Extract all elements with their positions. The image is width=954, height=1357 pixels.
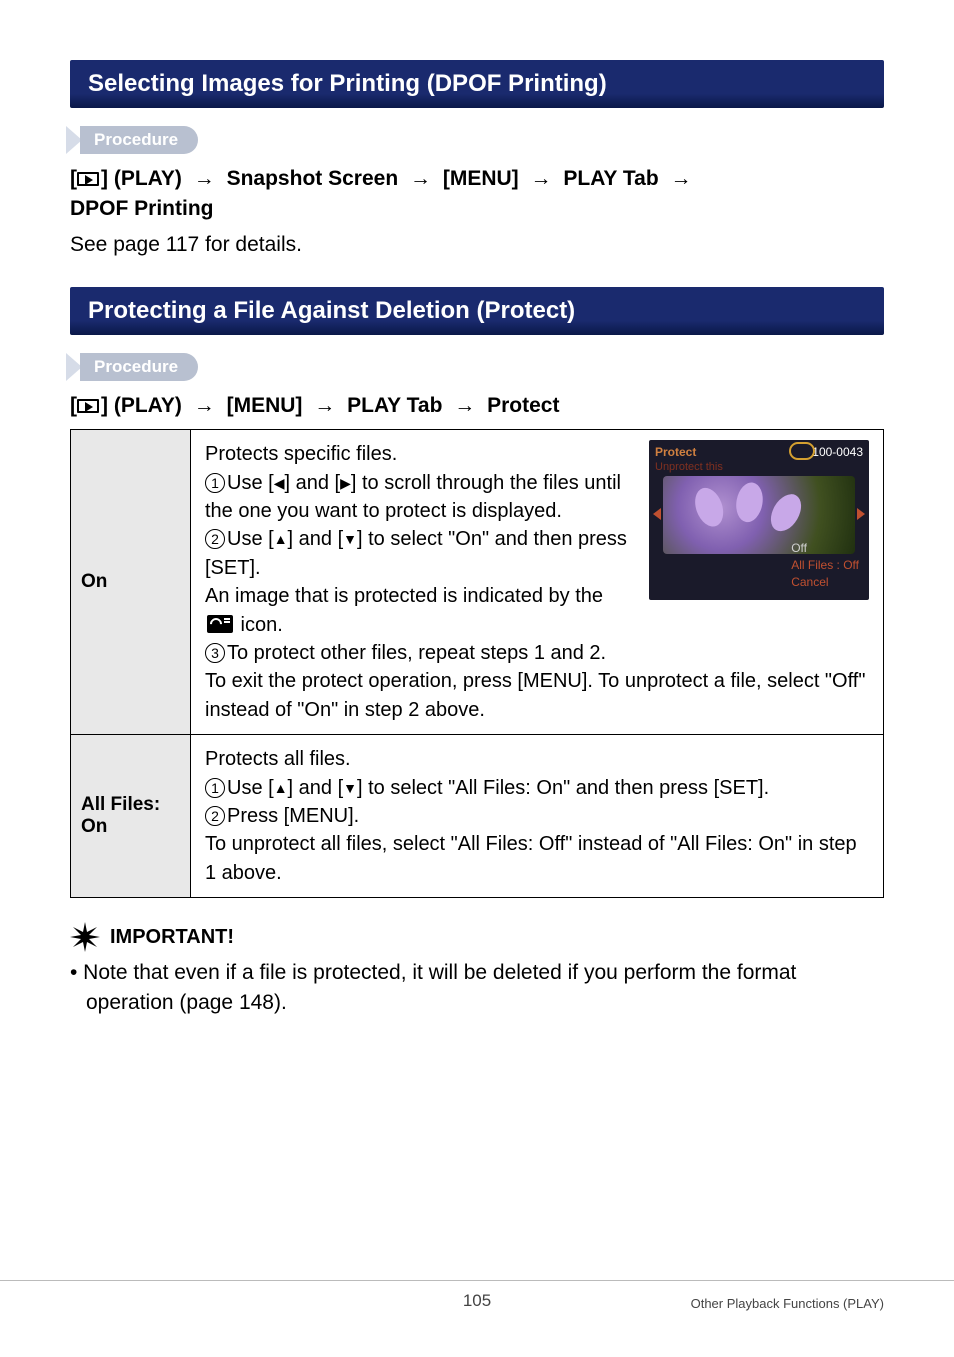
arrow-icon: →: [194, 164, 215, 194]
step-3-icon: 3: [205, 643, 225, 663]
txt: ] to select "All Files: On" and then pre…: [357, 777, 769, 799]
bracket-open: [: [70, 167, 77, 190]
row2-outro: To unprotect all files, select "All File…: [205, 830, 869, 887]
bc-snapshot: Snapshot Screen: [227, 167, 399, 190]
up-triangle-icon: ▲: [274, 530, 288, 550]
section1-body: See page 117 for details.: [70, 233, 884, 257]
ss-subtitle: Unprotect this: [655, 460, 723, 476]
arrow-icon: →: [314, 391, 335, 421]
play-label: ] (PLAY): [101, 167, 182, 190]
important-label: IMPORTANT!: [110, 926, 234, 949]
right-triangle-icon: ▶: [340, 474, 351, 494]
step-2-icon: 2: [205, 806, 225, 826]
txt: ] and [: [288, 777, 344, 799]
ss-highlight-circle-icon: [789, 442, 815, 460]
txt: An image that is protected is indicated …: [205, 585, 603, 607]
row2-intro: Protects all files.: [205, 745, 869, 773]
arrow-icon: →: [531, 164, 552, 194]
txt: Use [: [227, 528, 274, 550]
bc-protect: Protect: [487, 394, 559, 417]
bracket-open: [: [70, 394, 77, 417]
ss-nav-left-icon: [653, 508, 661, 520]
ss-nav-right-icon: [857, 508, 865, 520]
row2-step2: 2Press [MENU].: [205, 802, 869, 830]
breadcrumb-dpof: [ ] (PLAY) → Snapshot Screen → [MENU] → P…: [70, 164, 884, 225]
txt: Press [MENU].: [227, 805, 359, 827]
table-row: On Protects specific files. 1Use [◀] and…: [71, 430, 884, 735]
arrow-icon: →: [194, 391, 215, 421]
step-2-icon: 2: [205, 529, 225, 549]
section-heading-dpof: Selecting Images for Printing (DPOF Prin…: [70, 60, 884, 108]
table-row: All Files: On Protects all files. 1Use […: [71, 735, 884, 898]
row1-step1: 1Use [◀] and [▶] to scroll through the f…: [205, 469, 635, 526]
ss-menu-cancel: Cancel: [791, 574, 859, 591]
txt: ] and [: [288, 528, 344, 550]
page-number: 105: [463, 1291, 491, 1311]
play-mode-icon: [77, 172, 99, 186]
option-allfiles-content: Protects all files. 1Use [▲] and [▼] to …: [191, 735, 884, 898]
step-1-icon: 1: [205, 778, 225, 798]
option-on-content: Protects specific files. 1Use [◀] and [▶…: [191, 430, 884, 735]
important-text: • Note that even if a file is protected,…: [70, 958, 884, 1018]
arrow-icon: →: [671, 164, 692, 194]
bc-menu: [MENU]: [443, 167, 519, 190]
procedure-label-row: Procedure: [66, 353, 884, 381]
procedure-pill: Procedure: [80, 126, 198, 154]
row1-outro: To exit the protect operation, press [ME…: [205, 667, 869, 724]
breadcrumb-protect: [ ] (PLAY) → [MENU] → PLAY Tab → Protect: [70, 391, 884, 421]
up-triangle-icon: ▲: [274, 779, 288, 799]
play-mode-icon: [77, 399, 99, 413]
txt: ] and [: [284, 472, 340, 494]
option-allfiles-label: All Files: On: [71, 735, 191, 898]
option-on-label: On: [71, 430, 191, 735]
bc-playtab: PLAY Tab: [347, 394, 442, 417]
ss-protect-label: Protect: [655, 444, 696, 461]
important-heading: IMPORTANT!: [70, 922, 884, 952]
ss-menu-allfiles: All Files : Off: [791, 557, 859, 574]
footer-section-name: Other Playback Functions (PLAY): [691, 1286, 884, 1311]
left-triangle-icon: ◀: [274, 474, 285, 494]
arrow-icon: →: [410, 164, 431, 194]
row1-intro: Protects specific files.: [205, 440, 635, 468]
down-triangle-icon: ▼: [343, 530, 357, 550]
txt: Use [: [227, 777, 274, 799]
step-1-icon: 1: [205, 473, 225, 493]
bc-playtab: PLAY Tab: [563, 167, 658, 190]
arrow-icon: →: [454, 391, 475, 421]
important-burst-icon: [70, 922, 100, 952]
camera-screenshot: Protect 100-0043 Unprotect this: [649, 440, 869, 600]
procedure-pill: Procedure: [80, 353, 198, 381]
txt: To protect other files, repeat steps 1 a…: [227, 642, 606, 664]
ss-menu: Off All Files : Off Cancel: [791, 540, 859, 590]
txt: Use [: [227, 472, 274, 494]
row1-step3: 3To protect other files, repeat steps 1 …: [205, 639, 869, 667]
page-root: Selecting Images for Printing (DPOF Prin…: [0, 0, 954, 1357]
bc-menu: [MENU]: [227, 394, 303, 417]
section-heading-protect: Protecting a File Against Deletion (Prot…: [70, 287, 884, 335]
row1-step2: 2Use [▲] and [▼] to select "On" and then…: [205, 525, 635, 639]
ss-image-id: 100-0043: [812, 444, 863, 461]
row2-step1: 1Use [▲] and [▼] to select "All Files: O…: [205, 774, 869, 802]
procedure-label-row: Procedure: [66, 126, 884, 154]
down-triangle-icon: ▼: [343, 779, 357, 799]
play-label: ] (PLAY): [101, 394, 182, 417]
protect-lock-icon: [207, 615, 233, 633]
ss-menu-off: Off: [791, 540, 859, 557]
bc-dpof: DPOF Printing: [70, 197, 214, 220]
protect-options-table: On Protects specific files. 1Use [◀] and…: [70, 429, 884, 898]
txt: icon.: [235, 614, 283, 636]
